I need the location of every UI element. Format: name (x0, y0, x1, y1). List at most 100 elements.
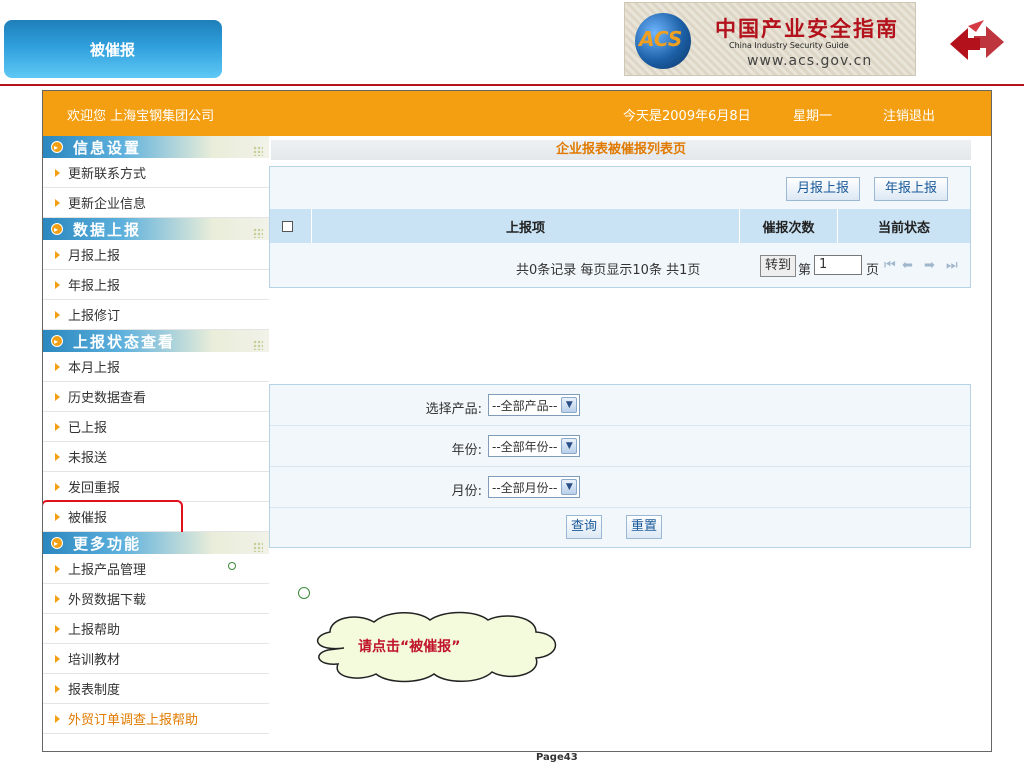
chevron-down-icon: ▼ (561, 397, 578, 413)
arrow-icon (55, 482, 60, 491)
column-header-report-item[interactable]: 上报项 (312, 209, 740, 243)
search-button[interactable]: 查询 (566, 515, 603, 539)
arrow-icon (55, 250, 60, 259)
next-page-icon[interactable]: ➡ (924, 258, 935, 273)
sidebar-item-label: 历史数据查看 (68, 391, 147, 406)
monthly-report-button[interactable]: 月报上报 (786, 177, 861, 201)
last-page-icon[interactable]: ⏭ (946, 258, 958, 273)
arrow-icon (55, 392, 60, 401)
dots-decoration (253, 228, 263, 238)
section-bullet-icon: ▸ (51, 141, 63, 153)
pagination-summary: 共0条记录 每页显示10条 共1页 (516, 263, 701, 278)
product-select-value: --全部产品-- (492, 398, 558, 413)
arrow-icon (55, 684, 60, 693)
sidebar-item-label: 被催报 (68, 511, 108, 526)
sidebar-section-status-view[interactable]: ▸ 上报状态查看 (43, 330, 269, 352)
sidebar-item-order-survey-help[interactable]: 外贸订单调查上报帮助 (43, 704, 269, 734)
pagination: 共0条记录 每页显示10条 共1页 转到 第 1 页 ⏮ ⬅ ➡ ⏭ (270, 247, 970, 281)
month-select[interactable]: --全部月份-- ▼ (488, 476, 581, 498)
sidebar-item-monthly-report[interactable]: 月报上报 (43, 240, 269, 270)
column-header-status[interactable]: 当前状态 (838, 209, 970, 243)
sidebar-item-label: 已上报 (68, 421, 108, 436)
sidebar-item-trade-download[interactable]: 外贸数据下载 (43, 584, 269, 614)
page-suffix: 页 (866, 263, 880, 278)
sidebar-item-report-rules[interactable]: 报表制度 (43, 674, 269, 704)
sidebar-item-training[interactable]: 培训教材 (43, 644, 269, 674)
sidebar-section-data-report[interactable]: ▸ 数据上报 (43, 218, 269, 240)
sidebar-item-returned[interactable]: 发回重报 (43, 472, 269, 502)
reset-button[interactable]: 重置 (626, 515, 663, 539)
select-all-checkbox[interactable] (282, 220, 293, 232)
sidebar-item-reported[interactable]: 已上报 (43, 412, 269, 442)
sidebar-item-report-revision[interactable]: 上报修订 (43, 300, 269, 330)
chevron-down-icon: ▼ (561, 438, 578, 454)
slide-title-text: 被催报 (90, 40, 136, 59)
sidebar-item-update-company[interactable]: 更新企业信息 (43, 188, 269, 218)
arrow-icon (55, 422, 60, 431)
arrow-icon (55, 280, 60, 289)
sidebar-item-report-help[interactable]: 上报帮助 (43, 614, 269, 644)
page-title: 企业报表被催报列表页 (271, 140, 971, 160)
year-select[interactable]: --全部年份-- ▼ (488, 435, 581, 457)
product-filter-row: 选择产品: --全部产品-- ▼ (270, 385, 970, 426)
product-select[interactable]: --全部产品-- ▼ (488, 394, 581, 416)
sidebar-item-urged[interactable]: 被催报 (43, 500, 269, 538)
sidebar-item-this-month[interactable]: 本月上报 (43, 352, 269, 382)
sidebar: ▸ 信息设置 更新联系方式 更新企业信息 ▸ 数据上报 月报上报 年报上报 上报… (43, 136, 269, 751)
arrow-icon (55, 714, 60, 723)
header-divider (0, 84, 1024, 86)
section-bullet-icon: ▸ (51, 223, 63, 235)
acs-logo: ACS 中国产业安全指南 China Industry Security Gui… (624, 2, 916, 76)
arrow-icon (55, 624, 60, 633)
sidebar-item-label: 发回重报 (68, 481, 121, 496)
annual-report-button[interactable]: 年报上报 (874, 177, 949, 201)
sidebar-item-history[interactable]: 历史数据查看 (43, 382, 269, 412)
sidebar-item-label: 年报上报 (68, 279, 121, 294)
sidebar-item-label: 本月上报 (68, 361, 121, 376)
arrow-icon (55, 310, 60, 319)
sidebar-section-info-settings[interactable]: ▸ 信息设置 (43, 136, 269, 158)
toolbar: 月报上报 年报上报 (270, 167, 970, 209)
month-select-value: --全部月份-- (492, 480, 558, 495)
section-title: 上报状态查看 (73, 332, 176, 351)
select-all-cell (270, 209, 312, 243)
arrow-icon (55, 564, 60, 573)
brand-arrow-icon (950, 20, 1004, 60)
section-bullet-icon: ▸ (51, 335, 63, 347)
query-panel: 选择产品: --全部产品-- ▼ 年份: --全部年份-- ▼ 月份: --全部… (269, 384, 971, 548)
sidebar-item-product-management[interactable]: 上报产品管理 (43, 554, 269, 584)
arrow-icon (55, 654, 60, 663)
slide-title: 被催报 (4, 20, 222, 78)
month-label: 月份: (451, 484, 482, 499)
page-prefix: 第 (798, 263, 812, 278)
section-title: 信息设置 (73, 138, 142, 157)
annotation-bubble (298, 587, 310, 599)
table-header: 上报项 催报次数 当前状态 (270, 209, 970, 243)
product-label: 选择产品: (425, 402, 482, 417)
arrow-icon (55, 594, 60, 603)
sidebar-item-update-contact[interactable]: 更新联系方式 (43, 158, 269, 188)
prev-page-icon[interactable]: ⬅ (902, 258, 913, 273)
callout-text: 请点击“被催报” (358, 639, 461, 655)
column-header-urge-count[interactable]: 催报次数 (740, 209, 838, 243)
sidebar-item-not-sent[interactable]: 未报送 (43, 442, 269, 472)
sidebar-item-label: 上报修订 (68, 309, 121, 324)
month-filter-row: 月份: --全部月份-- ▼ (270, 467, 970, 508)
dots-decoration (253, 542, 263, 552)
logout-link[interactable]: 注销退出 (883, 105, 935, 124)
sidebar-item-label: 报表制度 (68, 683, 121, 698)
sidebar-item-label: 未报送 (68, 451, 108, 466)
sidebar-section-more[interactable]: ▸ 更多功能 (43, 532, 269, 554)
arrow-icon (55, 452, 60, 461)
page-number-input[interactable]: 1 (814, 255, 862, 275)
goto-button[interactable]: 转到 (760, 255, 797, 277)
logo-chinese-title: 中国产业安全指南 (715, 17, 899, 41)
page-number: Page43 (536, 752, 578, 763)
year-select-value: --全部年份-- (492, 439, 558, 454)
sidebar-item-label: 外贸订单调查上报帮助 (68, 713, 199, 728)
first-page-icon[interactable]: ⏮ (884, 258, 896, 273)
report-list-panel: 月报上报 年报上报 上报项 催报次数 当前状态 共0条记录 每页显示10条 共1… (269, 166, 971, 288)
section-title: 更多功能 (73, 534, 142, 553)
dots-decoration (253, 340, 263, 350)
sidebar-item-annual-report[interactable]: 年报上报 (43, 270, 269, 300)
